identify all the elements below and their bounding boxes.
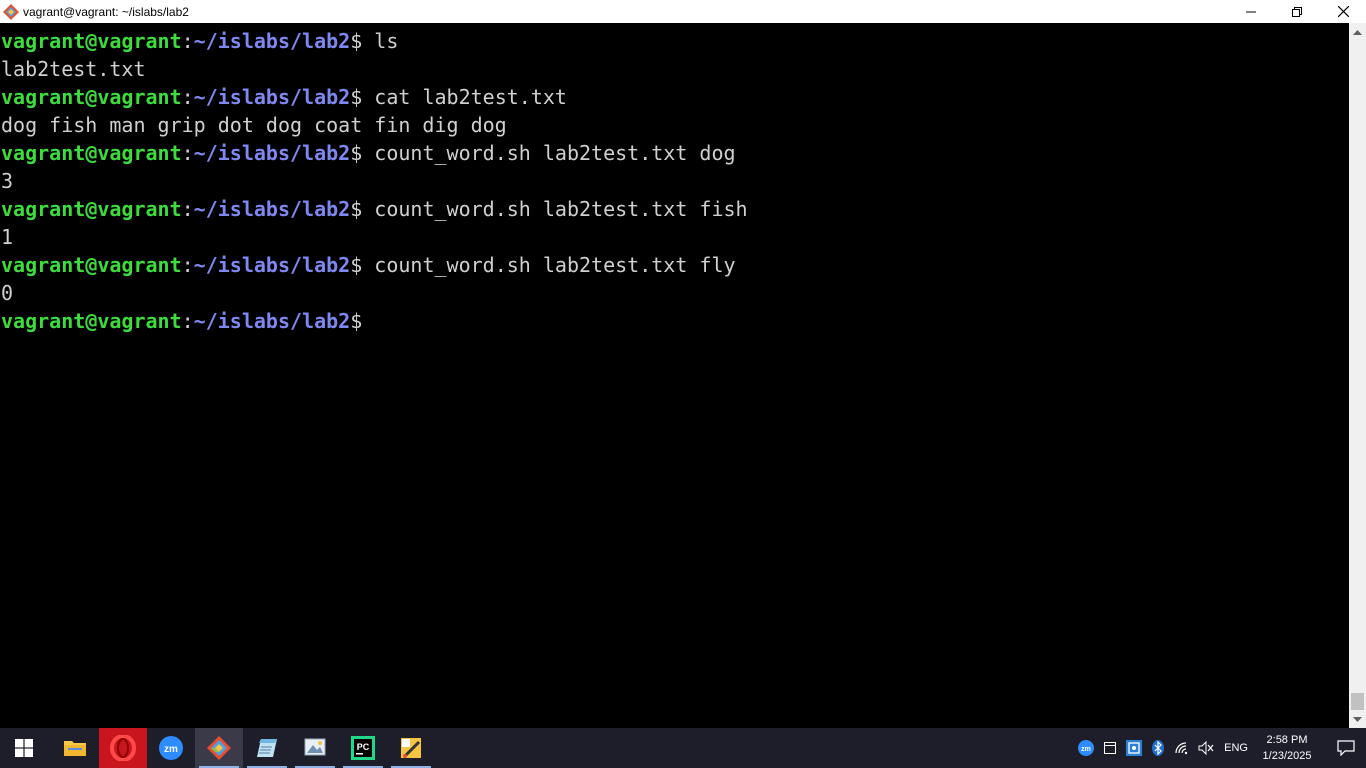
paint-icon [401, 738, 421, 758]
close-icon [1337, 6, 1349, 17]
taskbar-opera[interactable] [99, 728, 147, 768]
window-controls [1228, 0, 1366, 23]
prompt-colon: : [181, 253, 194, 277]
taskbar-notepad[interactable] [243, 728, 291, 768]
prompt-user: vagrant@vagrant [1, 253, 182, 277]
command-text: count_word.sh lab2test.txt dog [362, 141, 736, 165]
terminal-output: 3 [1, 169, 14, 193]
tray-network-app[interactable] [1122, 728, 1146, 768]
prompt-user: vagrant@vagrant [1, 141, 182, 165]
tray-app[interactable] [1098, 728, 1122, 768]
chevron-down-icon [1353, 716, 1362, 722]
volume-muted-icon [1198, 741, 1214, 755]
clock[interactable]: 2:58 PM 1/23/2025 [1256, 732, 1318, 764]
terminal-line: vagrant@vagrant:~/islabs/lab2$ [0, 307, 1349, 335]
terminal-output: 0 [1, 281, 14, 305]
prompt-colon: : [181, 85, 194, 109]
terminal-line: vagrant@vagrant:~/islabs/lab2$ count_wor… [0, 195, 1349, 223]
tray-zoom[interactable]: zm [1074, 728, 1098, 768]
minimize-button[interactable] [1228, 0, 1274, 23]
git-icon [207, 736, 231, 760]
svg-text:PC: PC [357, 742, 370, 752]
prompt-user: vagrant@vagrant [1, 29, 182, 53]
prompt-colon: : [181, 29, 194, 53]
command-text: cat lab2test.txt [362, 85, 567, 109]
prompt-path: ~/islabs/lab2 [193, 253, 351, 277]
wifi-icon [1175, 742, 1188, 755]
prompt-path: ~/islabs/lab2 [193, 29, 351, 53]
taskbar-file-explorer[interactable] [51, 728, 99, 768]
prompt-dollar: $ [350, 197, 363, 221]
taskbar-paint[interactable] [387, 728, 435, 768]
terminal-output: lab2test.txt [1, 57, 146, 81]
zoom-icon: zm [159, 736, 183, 760]
command-text: ls [362, 29, 399, 53]
opera-icon [110, 735, 136, 761]
photos-icon [304, 738, 326, 756]
svg-text:zm: zm [164, 744, 178, 755]
terminal-line: vagrant@vagrant:~/islabs/lab2$ count_wor… [0, 251, 1349, 279]
vertical-scrollbar[interactable] [1349, 23, 1366, 728]
terminal-area[interactable]: vagrant@vagrant:~/islabs/lab2$ ls lab2te… [0, 23, 1349, 728]
git-bash-app-icon [3, 3, 19, 20]
prompt-path: ~/islabs/lab2 [193, 309, 351, 333]
tray-bluetooth[interactable] [1146, 728, 1170, 768]
prompt-dollar: $ [350, 29, 363, 53]
minimize-icon [1246, 11, 1256, 12]
close-button[interactable] [1320, 0, 1366, 23]
zoom-icon: zm [1078, 740, 1095, 756]
taskbar-zoom[interactable]: zm [147, 728, 195, 768]
notification-icon [1337, 740, 1355, 756]
window-icon [1104, 742, 1117, 754]
bluetooth-icon [1152, 740, 1165, 756]
prompt-colon: : [181, 197, 194, 221]
taskbar-git-bash[interactable] [195, 728, 243, 768]
title-bar: vagrant@vagrant: ~/islabs/lab2 [0, 0, 1366, 23]
command-text: count_word.sh lab2test.txt fish [362, 197, 748, 221]
start-button[interactable] [0, 728, 48, 768]
clock-date: 1/23/2025 [1262, 750, 1312, 762]
tray-wifi[interactable] [1170, 728, 1194, 768]
taskbar: zm PC zm ENG 2:58 PM 1/23/2025 [0, 728, 1366, 768]
restore-icon [1292, 6, 1302, 17]
scroll-up-button[interactable] [1349, 23, 1366, 40]
clock-time: 2:58 PM [1266, 734, 1308, 746]
scroll-down-button[interactable] [1349, 711, 1366, 728]
prompt-path: ~/islabs/lab2 [193, 197, 351, 221]
prompt-dollar: $ [350, 309, 363, 333]
prompt-path: ~/islabs/lab2 [193, 85, 351, 109]
prompt-user: vagrant@vagrant [1, 85, 182, 109]
terminal-line: vagrant@vagrant:~/islabs/lab2$ ls [0, 27, 1349, 55]
scroll-thumb[interactable] [1351, 693, 1364, 710]
prompt-dollar: $ [350, 141, 363, 165]
terminal-output: dog fish man grip dot dog coat fin dig d… [1, 113, 507, 137]
tray-volume[interactable] [1194, 728, 1218, 768]
notification-center-button[interactable] [1326, 728, 1366, 768]
prompt-user: vagrant@vagrant [1, 309, 182, 333]
taskbar-photos[interactable] [291, 728, 339, 768]
terminal-line: vagrant@vagrant:~/islabs/lab2$ count_wor… [0, 139, 1349, 167]
notepad-icon [257, 739, 277, 757]
terminal-line: vagrant@vagrant:~/islabs/lab2$ cat lab2t… [0, 83, 1349, 111]
language-indicator[interactable]: ENG [1224, 742, 1248, 754]
pycharm-icon: PC [351, 736, 375, 760]
restore-button[interactable] [1274, 0, 1320, 23]
network-app-icon [1126, 740, 1143, 756]
windows-logo-icon [15, 739, 33, 757]
prompt-user: vagrant@vagrant [1, 197, 182, 221]
prompt-path: ~/islabs/lab2 [193, 141, 351, 165]
prompt-dollar: $ [350, 85, 363, 109]
prompt-colon: : [181, 309, 194, 333]
svg-text:zm: zm [1081, 746, 1091, 753]
chevron-up-icon [1353, 29, 1362, 35]
prompt-colon: : [181, 141, 194, 165]
folder-icon [64, 741, 86, 756]
window-title: vagrant@vagrant: ~/islabs/lab2 [23, 4, 189, 19]
prompt-dollar: $ [350, 253, 363, 277]
terminal-output: 1 [1, 225, 14, 249]
taskbar-pycharm[interactable]: PC [339, 728, 387, 768]
system-tray: zm ENG 2:58 PM 1/23/2025 [1074, 728, 1366, 768]
command-text: count_word.sh lab2test.txt fly [362, 253, 736, 277]
